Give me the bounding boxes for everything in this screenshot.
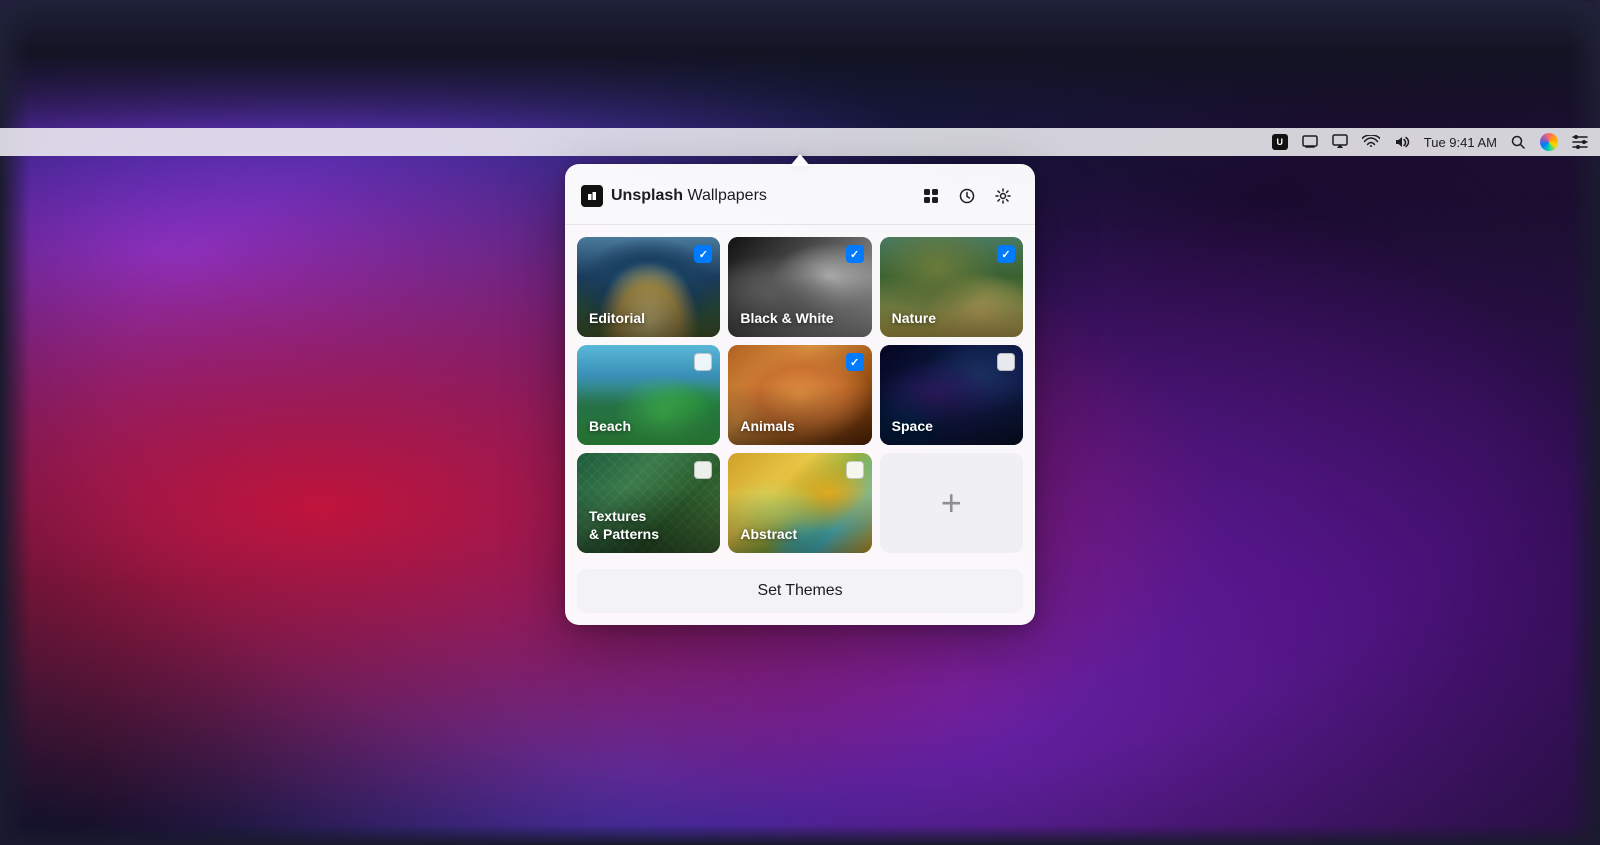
app-name-regular: Unsplash xyxy=(611,187,683,204)
grid-item-nature[interactable]: ✓ Nature xyxy=(880,237,1023,337)
nature-checkmark: ✓ xyxy=(1001,248,1010,261)
history-button[interactable] xyxy=(951,180,983,212)
animals-label: Animals xyxy=(740,417,794,435)
add-icon: + xyxy=(880,453,1023,553)
textures-label: Textures& Patterns xyxy=(589,507,659,543)
grid-item-space[interactable]: Space xyxy=(880,345,1023,445)
grid-item-animals[interactable]: ✓ Animals xyxy=(728,345,871,445)
beach-checkbox[interactable] xyxy=(694,353,712,371)
bezel-right xyxy=(1570,0,1600,845)
animals-checkbox[interactable]: ✓ xyxy=(846,353,864,371)
grid-item-textures-patterns[interactable]: Textures& Patterns xyxy=(577,453,720,553)
grid-item-add[interactable]: + xyxy=(880,453,1023,553)
popup-arrow xyxy=(790,154,810,166)
nature-label: Nature xyxy=(892,309,936,327)
bezel-top xyxy=(0,0,1600,130)
set-themes-button[interactable]: Set Themes xyxy=(577,569,1023,613)
bezel-left xyxy=(0,0,30,845)
bezel-bottom xyxy=(0,825,1600,845)
app-title: Unsplash Wallpapers xyxy=(581,185,767,207)
editorial-checkbox[interactable]: ✓ xyxy=(694,245,712,263)
space-label: Space xyxy=(892,417,933,435)
screen-mirror-menu-item[interactable] xyxy=(1302,134,1318,150)
menu-bar-items: U xyxy=(1272,133,1588,151)
airplay-menu-item[interactable] xyxy=(1332,134,1348,150)
textures-checkbox[interactable] xyxy=(694,461,712,479)
app-name-label: Unsplash Wallpapers xyxy=(611,187,767,205)
unsplash-wallpapers-popup: Unsplash Wallpapers xyxy=(565,164,1035,625)
wallpaper-grid: ✓ Editorial ✓ Black & White ✓ Nature xyxy=(565,225,1035,565)
editorial-label: Editorial xyxy=(589,309,645,327)
siri-menu-item[interactable] xyxy=(1540,133,1558,151)
volume-menu-item[interactable] xyxy=(1394,135,1410,149)
control-center-menu-item[interactable] xyxy=(1572,135,1588,149)
wifi-menu-item[interactable] xyxy=(1362,135,1380,149)
settings-button[interactable] xyxy=(987,180,1019,212)
grid-item-editorial[interactable]: ✓ Editorial xyxy=(577,237,720,337)
beach-label: Beach xyxy=(589,417,631,435)
grid-item-black-white[interactable]: ✓ Black & White xyxy=(728,237,871,337)
abstract-checkbox[interactable] xyxy=(846,461,864,479)
blackwhite-checkbox[interactable]: ✓ xyxy=(846,245,864,263)
unsplash-tray-icon[interactable]: U xyxy=(1272,134,1288,150)
space-checkbox[interactable] xyxy=(997,353,1015,371)
header-actions xyxy=(915,180,1019,212)
editorial-checkmark: ✓ xyxy=(699,248,708,261)
blackwhite-checkmark: ✓ xyxy=(850,248,859,261)
spotlight-menu-item[interactable] xyxy=(1511,135,1526,150)
abstract-label: Abstract xyxy=(740,525,797,543)
popup-header: Unsplash Wallpapers xyxy=(565,164,1035,225)
grid-view-button[interactable] xyxy=(915,180,947,212)
app-name-suffix: Wallpapers xyxy=(683,187,767,204)
grid-item-beach[interactable]: Beach xyxy=(577,345,720,445)
animals-checkmark: ✓ xyxy=(850,356,859,369)
nature-checkbox[interactable]: ✓ xyxy=(997,245,1015,263)
menu-bar: U xyxy=(0,128,1600,156)
unsplash-logo-icon xyxy=(581,185,603,207)
grid-item-abstract[interactable]: Abstract xyxy=(728,453,871,553)
menu-bar-clock: Tue 9:41 AM xyxy=(1424,135,1497,150)
blackwhite-label: Black & White xyxy=(740,309,833,327)
